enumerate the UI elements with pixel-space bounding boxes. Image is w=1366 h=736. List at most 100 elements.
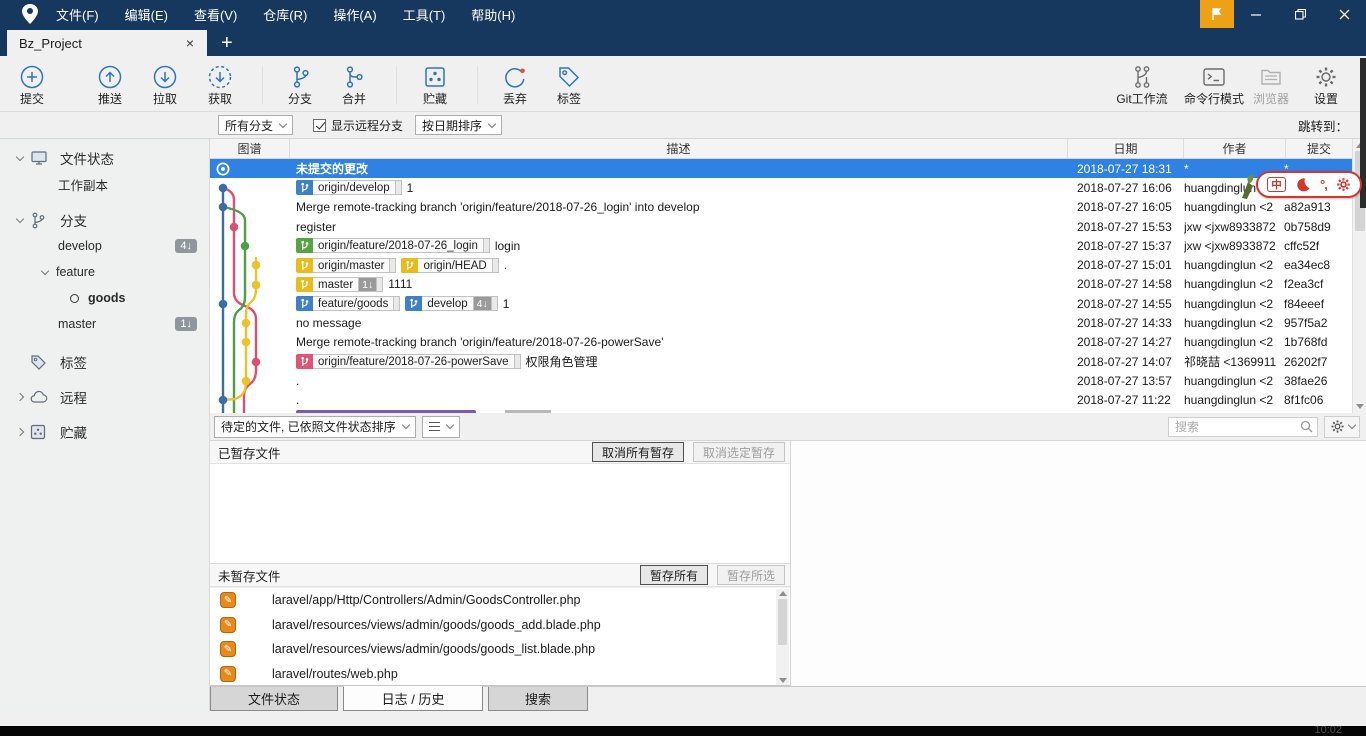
tag-button[interactable]: 标签 xyxy=(537,61,601,109)
branch-badge: feature/goods xyxy=(296,296,400,311)
new-tab-button[interactable]: + xyxy=(221,33,233,53)
branch-filter-dropdown[interactable]: 所有分支 xyxy=(218,115,293,135)
sidebar-item-master[interactable]: master 1↓ xyxy=(0,311,209,337)
commit-row[interactable]: origin/feature/2018-07-26_login login 20… xyxy=(210,236,1352,255)
staged-files-header: 已暂存文件 取消所有暂存 取消选定暂存 xyxy=(210,441,790,464)
commit-row[interactable]: . 2018-07-27 11:22 huangdinglun <2 8f1fc… xyxy=(210,391,1352,410)
pending-files-dropdown[interactable]: 待定的文件, 已依照文件状态排序 xyxy=(214,416,416,438)
explorer-button[interactable]: 浏览器 xyxy=(1243,61,1299,109)
tag-icon xyxy=(556,64,582,90)
merge-button[interactable]: 合并 xyxy=(322,61,386,109)
ime-toolbar[interactable]: 中 °, xyxy=(1256,171,1362,198)
sort-dropdown[interactable]: 按日期排序 xyxy=(415,115,502,135)
commit-row[interactable]: no message 2018-07-27 14:33 huangdinglun… xyxy=(210,313,1352,332)
ime-punctuation-icon[interactable]: °, xyxy=(1320,177,1327,192)
terminal-button[interactable]: 命令行模式 xyxy=(1176,61,1252,109)
tab-log-history[interactable]: 日志 / 历史 xyxy=(343,686,483,711)
sidebar-item-working-copy[interactable]: 工作副本 xyxy=(0,171,209,197)
commit-row[interactable]: origin/master origin/HEAD . 2018-07-27 1… xyxy=(210,255,1352,274)
scroll-up-icon[interactable] xyxy=(779,591,787,596)
sidebar-item-develop[interactable]: develop 4↓ xyxy=(0,233,209,259)
view-mode-dropdown[interactable] xyxy=(422,416,460,438)
unstaged-files-label: 未暂存文件 xyxy=(218,566,631,585)
menu-edit[interactable]: 编辑(E) xyxy=(125,5,168,24)
menu-actions[interactable]: 操作(A) xyxy=(333,5,376,24)
gitflow-icon xyxy=(1129,64,1155,90)
sidebar-item-goods-current-branch[interactable]: goods xyxy=(0,285,209,311)
file-row[interactable]: ✎ laravel/routes/web.php xyxy=(210,662,790,687)
branch-icon xyxy=(287,64,313,90)
commit-row[interactable]: origin/feature/2018-07-26-powerSave 权限角色… xyxy=(210,352,1352,371)
chevron-collapsed-icon xyxy=(16,393,24,401)
column-header-graph[interactable]: 图谱 xyxy=(210,139,290,158)
options-dropdown[interactable] xyxy=(1324,416,1360,438)
sidebar-section-stashes[interactable]: 贮藏 xyxy=(0,419,209,445)
gear-icon xyxy=(1313,64,1339,90)
column-header-date[interactable]: 日期 xyxy=(1068,139,1184,158)
chevron-down-icon xyxy=(279,119,287,127)
sidebar-section-file-status[interactable]: 文件状态 xyxy=(0,145,209,171)
scroll-down-icon[interactable] xyxy=(1356,404,1364,409)
tab-search[interactable]: 搜索 xyxy=(488,687,588,711)
file-row[interactable]: ✎ laravel/resources/views/admin/goods/go… xyxy=(210,637,790,662)
stage-all-button[interactable]: 暂存所有 xyxy=(640,565,708,585)
toolbar-separator xyxy=(477,66,478,104)
sidebar-section-tags[interactable]: 标签 xyxy=(0,349,209,375)
commit-row[interactable]: . 2018-07-27 13:57 huangdinglun <2 38fae… xyxy=(210,371,1352,390)
fetch-icon xyxy=(207,64,233,90)
commit-row[interactable]: master1↓ 1111 2018-07-27 14:58 huangding… xyxy=(210,275,1352,294)
commit-row-selected[interactable]: 未提交的更改 2018-07-27 18:31 * * xyxy=(210,159,1352,178)
tab-file-status[interactable]: 文件状态 xyxy=(210,687,338,711)
repo-tab-active[interactable]: Bz_Project × xyxy=(7,30,207,56)
tab-close-icon[interactable]: × xyxy=(181,35,199,51)
scroll-down-icon[interactable] xyxy=(779,678,787,683)
show-remote-checkbox[interactable]: 显示远程分支 xyxy=(313,117,403,134)
footer-strip xyxy=(0,711,1366,726)
menu-help[interactable]: 帮助(H) xyxy=(471,5,515,24)
flag-button[interactable] xyxy=(1200,0,1234,28)
column-header-author[interactable]: 作者 xyxy=(1184,139,1286,158)
restore-button[interactable] xyxy=(1278,0,1322,28)
search-icon xyxy=(1300,420,1313,433)
commit-row[interactable]: Merge remote-tracking branch 'origin/fea… xyxy=(210,198,1352,217)
search-input[interactable] xyxy=(1168,417,1318,437)
sidebar-item-feature[interactable]: feature xyxy=(0,259,209,285)
window-controls xyxy=(1200,0,1366,28)
app-logo-icon xyxy=(20,3,40,25)
video-overlay-strip: 10:02 xyxy=(0,726,1366,736)
chevron-down-icon xyxy=(401,421,409,429)
scrollbar-thumb[interactable] xyxy=(778,599,787,645)
file-row[interactable]: ✎ laravel/app/Http/Controllers/Admin/Goo… xyxy=(210,588,790,613)
commit-button[interactable]: 提交 xyxy=(0,61,64,109)
stage-selected-button[interactable]: 暂存所选 xyxy=(717,565,785,585)
menu-repository[interactable]: 仓库(R) xyxy=(263,5,307,24)
ime-language-icon[interactable]: 中 xyxy=(1267,177,1286,192)
unstage-selected-button[interactable]: 取消选定暂存 xyxy=(693,442,785,462)
settings-button[interactable]: 设置 xyxy=(1300,61,1352,109)
commit-row[interactable]: Merge remote-tracking branch 'origin/fea… xyxy=(210,333,1352,352)
branch-badge: master1↓ xyxy=(296,277,383,292)
minimize-button[interactable] xyxy=(1234,0,1278,28)
fetch-button[interactable]: 获取 xyxy=(188,61,252,109)
column-header-description[interactable]: 描述 xyxy=(290,139,1068,158)
commit-row[interactable]: feature/goods develop4↓ 1 2018-07-27 14:… xyxy=(210,294,1352,313)
commit-row[interactable]: origin/develop 1 2018-07-27 16:06 huangd… xyxy=(210,178,1352,197)
close-button[interactable] xyxy=(1322,0,1366,28)
unstage-all-button[interactable]: 取消所有暂存 xyxy=(592,442,684,462)
column-header-commit[interactable]: 提交 xyxy=(1286,139,1352,158)
menu-view[interactable]: 查看(V) xyxy=(194,5,237,24)
menu-tools[interactable]: 工具(T) xyxy=(403,5,446,24)
stash-button[interactable]: 贮藏 xyxy=(403,61,467,109)
file-list-scrollbar[interactable] xyxy=(776,589,789,685)
moon-icon[interactable] xyxy=(1295,177,1311,193)
sidebar-section-branches[interactable]: 分支 xyxy=(0,207,209,233)
sidebar-section-remotes[interactable]: 远程 xyxy=(0,384,209,410)
file-status-toolbar: 待定的文件, 已依照文件状态排序 xyxy=(210,413,1366,441)
file-row[interactable]: ✎ laravel/resources/views/admin/goods/go… xyxy=(210,613,790,638)
menu-file[interactable]: 文件(F) xyxy=(56,5,99,24)
gitflow-button[interactable]: Git工作流 xyxy=(1106,61,1178,109)
chevron-expanded-icon xyxy=(41,266,49,274)
commit-row[interactable]: register 2018-07-27 15:53 jxw <jxw893387… xyxy=(210,217,1352,236)
diff-preview-panel xyxy=(790,441,1366,686)
ime-gear-icon[interactable] xyxy=(1336,177,1351,192)
